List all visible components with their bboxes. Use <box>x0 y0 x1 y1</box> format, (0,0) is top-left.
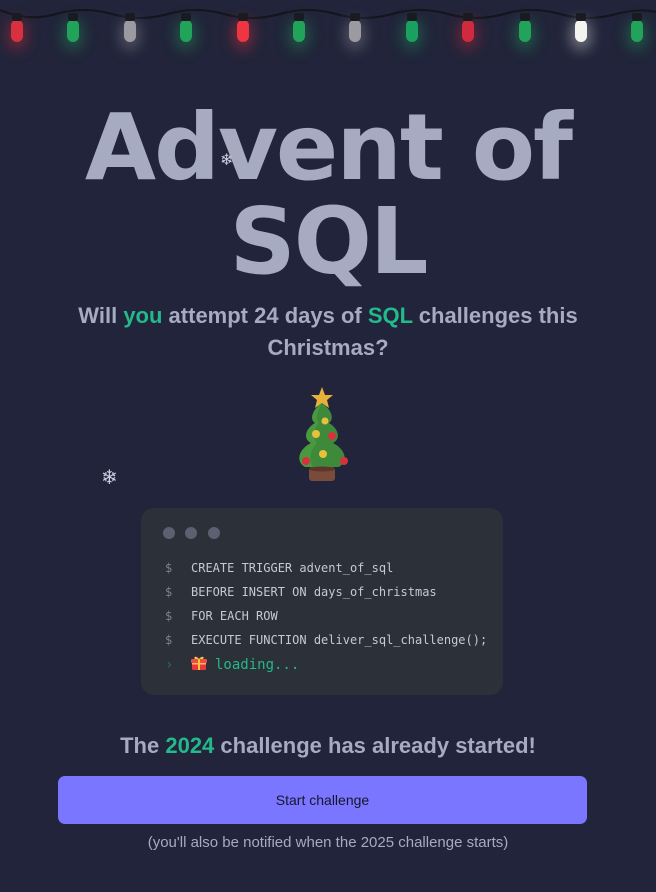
status-text-2: challenge has already started! <box>214 733 536 758</box>
terminal-code: EXECUTE FUNCTION deliver_sql_challenge()… <box>191 633 488 647</box>
subtitle-you: you <box>123 303 163 328</box>
output-prompt-symbol: › <box>165 657 174 673</box>
light-wire <box>0 9 656 19</box>
terminal-line: $ FOR EACH ROW <box>165 609 278 623</box>
status-text-1: The <box>120 733 166 758</box>
terminal-code: CREATE TRIGGER advent_of_sql <box>191 561 394 575</box>
light-bulb-icon <box>631 13 644 42</box>
light-bulb-icon <box>462 13 475 42</box>
light-bulb-icon <box>236 13 249 42</box>
subtitle: Will you attempt 24 days of SQL challeng… <box>60 300 596 364</box>
light-bulb-icon <box>518 13 531 42</box>
window-dot-icon <box>163 527 175 539</box>
window-dot-icon <box>208 527 220 539</box>
subtitle-sql: SQL <box>367 303 413 328</box>
page-title-line-2: SQL <box>229 188 428 295</box>
status-year: 2024 <box>165 733 215 758</box>
light-bulb-icon <box>575 13 587 42</box>
terminal-code: FOR EACH ROW <box>191 609 278 623</box>
prompt-symbol: $ <box>165 609 173 623</box>
start-challenge-button[interactable]: Start challenge <box>58 776 587 824</box>
light-bulb-icon <box>180 13 193 42</box>
snowflake-icon: ❄ <box>220 150 234 169</box>
subtitle-text-2: attempt 24 days of <box>162 303 368 328</box>
code-terminal: $ CREATE TRIGGER advent_of_sql $ BEFORE IN… <box>141 508 503 695</box>
light-bulb-icon <box>67 13 80 42</box>
light-bulb-icon <box>11 13 23 42</box>
christmas-tree-icon <box>289 385 355 489</box>
subtitle-text-1: Will <box>78 303 124 328</box>
light-bulb-icon <box>405 13 418 42</box>
light-bulb-icon <box>349 13 362 42</box>
prompt-symbol: $ <box>165 561 173 575</box>
notification-note: (you'll also be notified when the 2025 c… <box>147 834 509 851</box>
string-lights <box>0 0 656 70</box>
gift-icon <box>191 655 207 675</box>
terminal-line: $ EXECUTE FUNCTION deliver_sql_challenge(… <box>165 633 487 647</box>
loading-text: loading... <box>215 657 300 673</box>
light-bulb-icon <box>293 13 305 42</box>
page-title-line-1: Advent of <box>84 94 573 201</box>
terminal-line: $ CREATE TRIGGER advent_of_sql <box>165 561 393 575</box>
terminal-output-line: › loading... <box>165 655 299 675</box>
challenge-status: The 2024 challenge has already started! <box>0 731 656 761</box>
prompt-symbol: $ <box>165 633 173 647</box>
prompt-symbol: $ <box>165 585 173 599</box>
snowflake-icon: ❄ <box>101 465 118 489</box>
terminal-line: $ BEFORE INSERT ON days_of_christmas <box>165 585 437 599</box>
window-dot-icon <box>185 527 197 539</box>
terminal-code: BEFORE INSERT ON days_of_christmas <box>191 585 437 599</box>
light-bulb-icon <box>123 13 136 42</box>
